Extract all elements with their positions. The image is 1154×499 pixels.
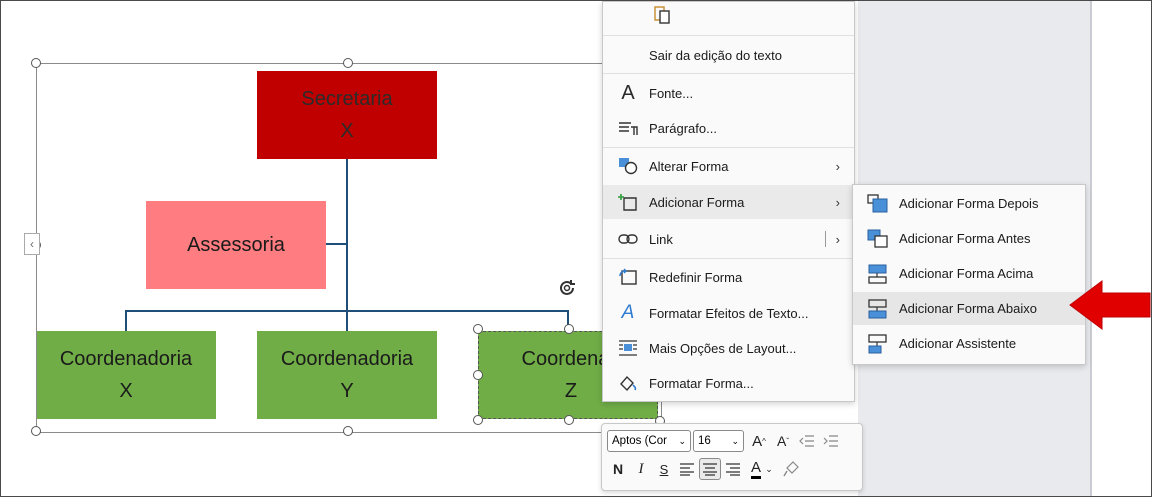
split-divider (825, 231, 826, 247)
submenu-chevron-icon[interactable]: › (836, 232, 840, 247)
shape-handle-ml[interactable] (473, 370, 483, 380)
add-shape-before-icon (867, 229, 889, 249)
submenu-item-depois[interactable]: Adicionar Forma Depois (853, 187, 1085, 220)
grow-font-icon[interactable]: A ^ (748, 430, 770, 452)
align-right-icon[interactable] (722, 458, 744, 480)
menu-item-paragrafo[interactable]: Parágrafo... (603, 111, 854, 145)
submenu-item-antes[interactable]: Adicionar Forma Antes (853, 222, 1085, 255)
submenu-item-label: Adicionar Assistente (899, 336, 1017, 351)
menu-item-label: Alterar Forma (649, 158, 729, 174)
add-shape-below-icon (867, 299, 889, 319)
menu-item-alterar-forma[interactable]: Alterar Forma › (603, 149, 854, 183)
bold-label: N (612, 461, 624, 477)
submenu-item-abaixo[interactable]: Adicionar Forma Abaixo (853, 292, 1085, 325)
submenu-chevron-icon: › (835, 194, 840, 210)
link-icon (617, 229, 639, 249)
context-menu: Sair da edição do texto A Fonte... Parág… (602, 1, 855, 402)
frame-handle-tl[interactable] (31, 58, 41, 68)
menu-item-formatar-forma[interactable]: Formatar Forma... (603, 366, 854, 400)
submenu-item-label: Adicionar Forma Antes (899, 231, 1031, 246)
font-size-value: 16 (698, 435, 711, 447)
format-shape-icon (617, 373, 639, 393)
menu-item-label: Parágrafo... (649, 120, 717, 136)
paragraph-icon (617, 118, 639, 138)
menu-item-label: Formatar Efeitos de Texto... (649, 305, 809, 321)
menu-item-redefinir-forma[interactable]: Redefinir Forma (603, 260, 854, 294)
add-shape-after-icon (867, 194, 889, 214)
decrease-indent-icon[interactable] (796, 430, 818, 452)
add-assistant-icon (867, 334, 889, 354)
menu-separator (603, 147, 854, 148)
copy-icon (653, 6, 673, 24)
font-icon: A (621, 81, 635, 104)
submenu-item-label: Adicionar Forma Abaixo (899, 301, 1038, 316)
reset-shape-icon (617, 267, 639, 287)
italic-button[interactable]: I (630, 458, 652, 480)
menu-item-adicionar-forma[interactable]: Adicionar Forma › (603, 185, 854, 219)
align-center-icon[interactable] (699, 458, 721, 480)
shrink-font-icon[interactable]: Aˇ (772, 430, 794, 452)
shape-handle-bl[interactable] (473, 415, 483, 425)
menu-separator (603, 258, 854, 259)
menu-item-label: Adicionar Forma (649, 194, 745, 210)
add-shape-submenu: Adicionar Forma Depois Adicionar Forma A… (852, 184, 1086, 365)
font-name-value: Aptos (Cor (612, 435, 667, 447)
font-size-dropdown[interactable]: 16 ⌄ (693, 430, 744, 452)
increase-indent-icon[interactable] (820, 430, 842, 452)
rotate-handle-icon[interactable] (556, 277, 578, 299)
pane-separator (1090, 1, 1092, 496)
menu-item-label: Fonte... (649, 85, 694, 101)
submenu-item-label: Adicionar Forma Acima (899, 266, 1034, 281)
strike-label: S (659, 461, 669, 477)
align-left-icon[interactable] (676, 458, 698, 480)
shape-handle-tl[interactable] (473, 324, 483, 334)
change-shape-icon (617, 156, 639, 176)
format-painter-icon[interactable] (780, 458, 802, 480)
text-pane-toggle-icon[interactable]: ‹ (24, 233, 40, 255)
menu-item-label: Redefinir Forma (649, 269, 743, 285)
menu-item-label: Link (649, 231, 673, 247)
add-shape-above-icon (867, 264, 889, 284)
chevron-down-icon: ⌄ (678, 435, 686, 446)
menu-item-mais-opcoes[interactable]: Mais Opções de Layout... (603, 331, 854, 365)
menu-separator (603, 35, 854, 36)
submenu-item-assistente[interactable]: Adicionar Assistente (853, 327, 1085, 360)
chevron-down-icon: ⌄ (731, 435, 739, 446)
add-shape-icon (617, 192, 639, 212)
submenu-item-acima[interactable]: Adicionar Forma Acima (853, 257, 1085, 290)
menu-item-label: Mais Opções de Layout... (649, 340, 797, 356)
submenu-chevron-icon: › (835, 158, 840, 174)
menu-item-label: Sair da edição do texto (649, 47, 782, 63)
frame-handle-bm[interactable] (343, 426, 353, 436)
shape-handle-bm[interactable] (564, 415, 574, 425)
menu-separator (603, 73, 854, 74)
mini-toolbar: Aptos (Cor ⌄ 16 ⌄ A ^ Aˇ N I S A ⌄ (601, 423, 863, 491)
menu-item-link[interactable]: Link › (603, 222, 854, 256)
submenu-item-label: Adicionar Forma Depois (899, 196, 1039, 211)
frame-handle-tm[interactable] (343, 58, 353, 68)
smartart-frame (36, 63, 662, 433)
frame-handle-bl[interactable] (31, 426, 41, 436)
italic-label: I (638, 460, 644, 477)
text-effects-icon: A (621, 302, 635, 323)
strike-button[interactable]: S (653, 458, 675, 480)
menu-item-sair[interactable]: Sair da edição do texto (603, 38, 854, 72)
font-name-dropdown[interactable]: Aptos (Cor ⌄ (607, 430, 691, 452)
menu-item-fonte[interactable]: A Fonte... (603, 76, 854, 110)
shape-handle-tr[interactable] (564, 324, 574, 334)
menu-item-formatar-efeitos[interactable]: A Formatar Efeitos de Texto... (603, 296, 854, 330)
layout-options-icon (617, 338, 639, 358)
red-arrow-icon (1068, 279, 1152, 336)
bold-button[interactable]: N (607, 458, 629, 480)
chevron-down-icon[interactable]: ⌄ (763, 458, 775, 480)
menu-item-label: Formatar Forma... (649, 375, 754, 391)
